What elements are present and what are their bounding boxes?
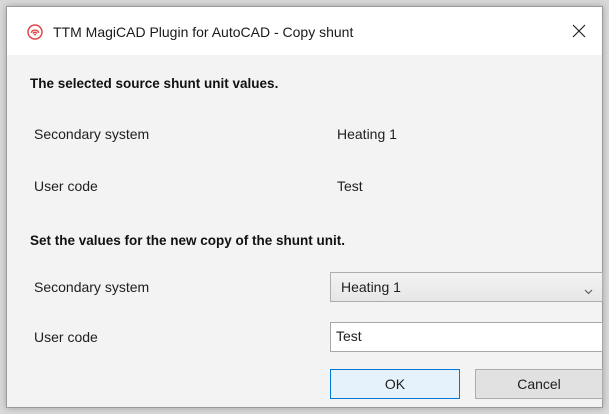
user-code-input[interactable] [331,323,602,351]
chevron-down-icon [584,283,593,295]
close-icon [572,24,586,38]
new-copy-heading: Set the values for the new copy of the s… [30,233,346,248]
secondary-system-label: Secondary system [34,279,150,295]
user-code-label: User code [34,329,98,345]
ttm-logo-icon [27,24,43,40]
title-bar: TTM MagiCAD Plugin for AutoCAD - Copy sh… [7,7,602,55]
source-values-heading: The selected source shunt unit values. [30,76,279,91]
secondary-system-dropdown[interactable]: Heating 1 [330,272,603,302]
close-button[interactable] [556,7,602,55]
source-secondary-system-value: Heating 1 [337,126,397,142]
secondary-system-selected: Heating 1 [341,279,401,295]
cancel-button[interactable]: Cancel [475,369,603,399]
user-code-field-box [330,322,603,352]
ok-button[interactable]: OK [330,369,460,399]
window-title: TTM MagiCAD Plugin for AutoCAD - Copy sh… [53,24,354,40]
source-user-code-label: User code [34,178,98,194]
copy-shunt-dialog: TTM MagiCAD Plugin for AutoCAD - Copy sh… [6,6,603,408]
source-user-code-value: Test [337,178,363,194]
source-secondary-system-label: Secondary system [34,126,150,142]
